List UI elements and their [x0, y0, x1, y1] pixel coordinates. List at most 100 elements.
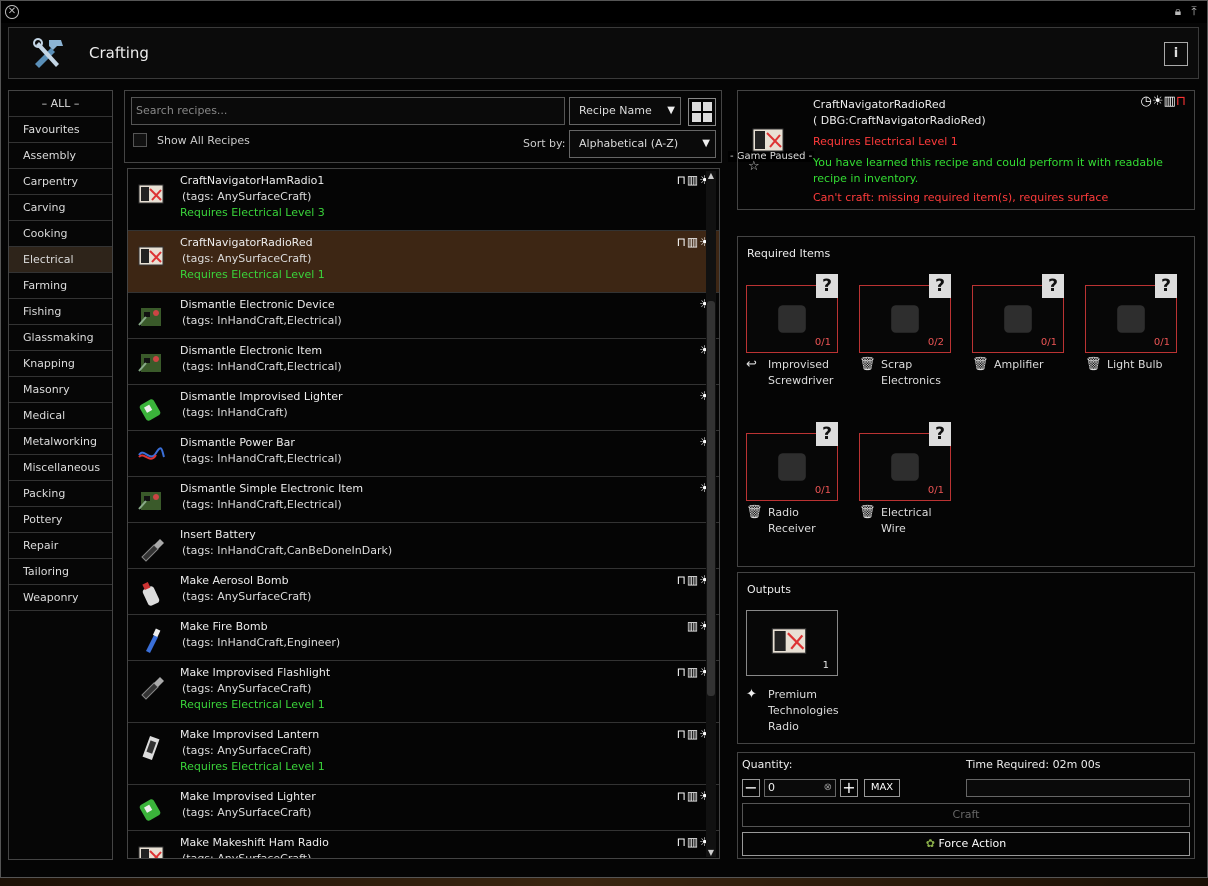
unknown-icon: ? — [816, 274, 838, 298]
detail-requirement: Requires Electrical Level 1 — [813, 135, 958, 148]
recipe-row[interactable]: Dismantle Simple Electronic Item (tags: I… — [128, 477, 719, 523]
scroll-thumb[interactable] — [707, 301, 715, 696]
recipe-list: CraftNavigatorHamRadio1 (tags: AnySurface… — [127, 168, 720, 859]
info-button[interactable]: i — [1164, 42, 1188, 66]
clear-icon[interactable]: ⊗ — [824, 780, 832, 796]
required-item-slot[interactable]: ? 0/1 — [1085, 274, 1177, 353]
required-item-slot[interactable]: ? 0/1 — [972, 274, 1064, 353]
outputs-panel: Outputs 1 ✦ Premium Technologies Radio — [737, 572, 1195, 744]
detail-cant-craft: Can't craft: missing required item(s), r… — [813, 191, 1109, 204]
category-item[interactable]: Fishing — [9, 299, 112, 325]
item-icon — [891, 453, 919, 481]
category-item[interactable]: Favourites — [9, 117, 112, 143]
recipe-scrollbar[interactable]: ▲ ▼ — [706, 171, 716, 857]
close-icon[interactable]: ✕ — [5, 5, 19, 19]
search-input[interactable]: Search recipes... — [131, 97, 565, 125]
recipe-name: Dismantle Electronic Device — [180, 298, 335, 311]
recipe-name: CraftNavigatorHamRadio1 — [180, 174, 325, 187]
required-item-slot[interactable]: ? 0/1 — [746, 274, 838, 353]
category-item[interactable]: Metalworking — [9, 429, 112, 455]
quantity-input[interactable]: 0 ⊗ — [764, 779, 836, 797]
wire-icon — [136, 441, 166, 467]
recipe-row[interactable]: Dismantle Improvised Lighter (tags: InHan… — [128, 385, 719, 431]
required-item-slot[interactable]: ? 0/2 — [859, 274, 951, 353]
category-item[interactable]: Repair — [9, 533, 112, 559]
category-item[interactable]: Farming — [9, 273, 112, 299]
category-item[interactable]: Weaponry — [9, 585, 112, 611]
show-all-checkbox[interactable] — [133, 133, 147, 147]
category-item[interactable]: Tailoring — [9, 559, 112, 585]
lock-icon[interactable]: 🔒︎ — [1171, 4, 1185, 18]
recipe-name: Dismantle Simple Electronic Item — [180, 482, 364, 495]
required-count: 0/1 — [1040, 337, 1057, 348]
quantity-plus-button[interactable]: + — [840, 779, 858, 797]
scroll-up-icon[interactable]: ▲ — [706, 171, 716, 180]
recipe-row[interactable]: Make Aerosol Bomb (tags: AnySurfaceCraft)… — [128, 569, 719, 615]
unknown-icon: ? — [1042, 274, 1064, 298]
bottle-icon — [136, 625, 166, 653]
category-item[interactable]: Knapping — [9, 351, 112, 377]
recipe-row[interactable]: Dismantle Power Bar (tags: InHandCraft,El… — [128, 431, 719, 477]
required-item-name: Light Bulb — [1107, 358, 1163, 371]
category-item[interactable]: Packing — [9, 481, 112, 507]
category-item[interactable]: Miscellaneous — [9, 455, 112, 481]
radio-icon — [771, 628, 807, 654]
quantity-max-button[interactable]: MAX — [864, 779, 900, 797]
output-count: 1 — [822, 660, 829, 671]
recipe-row[interactable]: Make Improvised Flashlight (tags: AnySurf… — [128, 661, 719, 723]
trash-icon[interactable]: 🗑︎ — [859, 505, 876, 521]
pin-icon[interactable]: ⤒ — [1187, 4, 1201, 18]
recipe-row[interactable]: Make Fire Bomb (tags: InHandCraft,Enginee… — [128, 615, 719, 661]
recipe-tags: (tags: InHandCraft,Engineer) — [182, 636, 341, 649]
output-slot[interactable]: 1 — [746, 610, 838, 676]
book-icon: ▥ — [1163, 94, 1176, 109]
filter-value: Recipe Name — [579, 104, 652, 117]
detail-debug: ( DBG:CraftNavigatorRadioRed) — [813, 114, 986, 127]
force-action-button[interactable]: ✿ Force Action — [742, 832, 1190, 856]
recipe-row[interactable]: Make Makeshift Ham Radio (tags: AnySurfac… — [128, 831, 719, 858]
recipe-name: Make Makeshift Ham Radio — [180, 836, 329, 849]
quantity-value: 0 — [768, 781, 775, 794]
quantity-minus-button[interactable]: − — [742, 779, 760, 797]
category-item[interactable]: Pottery — [9, 507, 112, 533]
grid-view-button[interactable] — [688, 98, 716, 126]
recipe-row[interactable]: CraftNavigatorHamRadio1 (tags: AnySurface… — [128, 169, 719, 231]
recipe-row[interactable]: Make Improvised Lantern (tags: AnySurface… — [128, 723, 719, 785]
force-action-label: Force Action — [938, 837, 1007, 850]
required-item-slot[interactable]: ? 0/1 — [859, 422, 951, 501]
flashlight-icon — [136, 671, 166, 700]
category-item[interactable]: Masonry — [9, 377, 112, 403]
scroll-down-icon[interactable]: ▼ — [706, 848, 716, 857]
surface-icon: ⊓ — [1175, 94, 1186, 109]
chevron-down-icon: ▼ — [667, 105, 675, 116]
category-item[interactable]: Carving — [9, 195, 112, 221]
favourite-star-icon[interactable]: ☆ — [748, 159, 760, 174]
category-item[interactable]: Medical — [9, 403, 112, 429]
recipe-row[interactable]: Dismantle Electronic Device (tags: InHand… — [128, 293, 719, 339]
recipe-row[interactable]: CraftNavigatorRadioRed (tags: AnySurfaceC… — [128, 231, 719, 293]
recipe-name: Make Improvised Flashlight — [180, 666, 331, 679]
recipe-name: Make Improvised Lantern — [180, 728, 320, 741]
recipe-row[interactable]: Dismantle Electronic Item (tags: InHandCr… — [128, 339, 719, 385]
category-item[interactable]: Assembly — [9, 143, 112, 169]
category-item[interactable]: Electrical — [9, 247, 112, 273]
trash-icon[interactable]: 🗑︎ — [859, 357, 876, 373]
recipe-row[interactable]: Insert Battery (tags: InHandCraft,CanBeDo… — [128, 523, 719, 569]
return-icon[interactable]: ↩ — [746, 357, 757, 373]
show-all-label: Show All Recipes — [157, 134, 250, 147]
category-item[interactable]: – ALL – — [9, 91, 112, 117]
category-item[interactable]: Glassmaking — [9, 325, 112, 351]
required-item-slot[interactable]: ? 0/1 — [746, 422, 838, 501]
sort-dropdown[interactable]: Alphabetical (A-Z) ▼ — [569, 130, 716, 158]
required-items-panel: Required Items ? 0/1 ↩ Improvised Screwdriv… — [737, 236, 1195, 567]
recipe-row[interactable]: Make Improvised Lighter (tags: AnySurface… — [128, 785, 719, 831]
filter-dropdown[interactable]: Recipe Name ▼ — [569, 97, 681, 125]
trash-icon[interactable]: 🗑︎ — [1085, 357, 1102, 373]
category-item[interactable]: Carpentry — [9, 169, 112, 195]
recipe-name: Dismantle Improvised Lighter — [180, 390, 343, 403]
required-item-name: Amplifier — [994, 358, 1044, 371]
craft-button[interactable]: Craft — [742, 803, 1190, 827]
trash-icon[interactable]: 🗑︎ — [972, 357, 989, 373]
trash-icon[interactable]: 🗑︎ — [746, 505, 763, 521]
category-item[interactable]: Cooking — [9, 221, 112, 247]
